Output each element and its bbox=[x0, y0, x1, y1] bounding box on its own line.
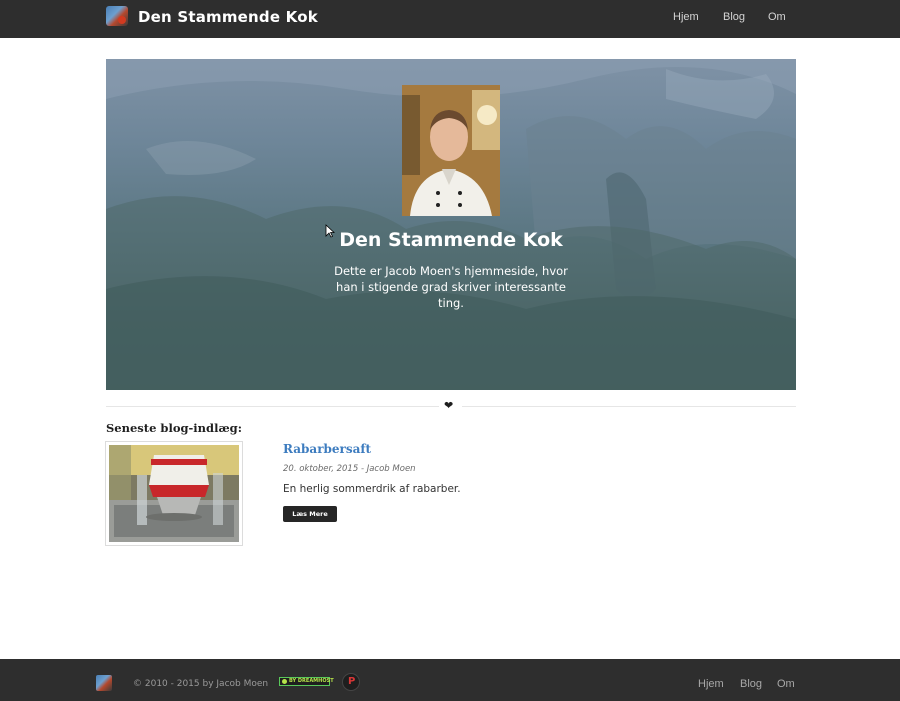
divider-line-right bbox=[462, 406, 796, 407]
read-more-button[interactable]: Læs Mere bbox=[283, 506, 337, 522]
site-logo-icon[interactable] bbox=[106, 6, 128, 26]
post-title-link[interactable]: Rabarbersaft bbox=[283, 442, 371, 456]
hero-banner: Den Stammende Kok Dette er Jacob Moen's … bbox=[106, 59, 796, 390]
post-excerpt: En herlig sommerdrik af rabarber. bbox=[283, 483, 461, 495]
mouse-cursor-icon bbox=[325, 224, 335, 238]
footer-copyright: © 2010 - 2015 by Jacob Moen bbox=[133, 679, 269, 689]
nav-link-hjem[interactable]: Hjem bbox=[673, 11, 699, 23]
footer-link-blog[interactable]: Blog bbox=[740, 678, 762, 690]
footer-logo-icon[interactable] bbox=[96, 675, 112, 691]
juice-steamer-photo bbox=[109, 445, 239, 542]
footer-link-om[interactable]: Om bbox=[777, 678, 795, 690]
post-thumbnail[interactable] bbox=[105, 441, 243, 546]
author-portrait-image bbox=[402, 85, 500, 216]
site-title[interactable]: Den Stammende Kok bbox=[138, 8, 318, 26]
nav-link-om[interactable]: Om bbox=[768, 11, 786, 23]
dreamhost-moon-icon bbox=[282, 679, 287, 684]
post-thumbnail-image[interactable] bbox=[109, 445, 239, 542]
footer-link-hjem[interactable]: Hjem bbox=[698, 678, 724, 690]
dreamhost-badge[interactable]: BY DREAMHOST bbox=[279, 677, 334, 686]
p-badge-letter: P bbox=[348, 676, 356, 687]
author-photo bbox=[402, 85, 500, 216]
divider-line-left bbox=[106, 406, 439, 407]
dreamhost-badge-text: BY DREAMHOST bbox=[289, 678, 334, 684]
hero-title: Den Stammende Kok bbox=[339, 229, 563, 251]
top-navbar: Den Stammende Kok Hjem Blog Om bbox=[0, 0, 900, 38]
p-badge-icon[interactable]: P bbox=[342, 673, 360, 691]
hero-description: Dette er Jacob Moen's hjemmeside, hvor h… bbox=[334, 264, 568, 310]
post-meta: 20. oktober, 2015 - Jacob Moen bbox=[283, 464, 416, 474]
footer: © 2010 - 2015 by Jacob Moen BY DREAMHOST… bbox=[0, 659, 900, 701]
heart-icon: ❤ bbox=[444, 399, 454, 412]
nav-link-blog[interactable]: Blog bbox=[723, 11, 745, 23]
latest-posts-heading: Seneste blog-indlæg: bbox=[106, 421, 242, 435]
